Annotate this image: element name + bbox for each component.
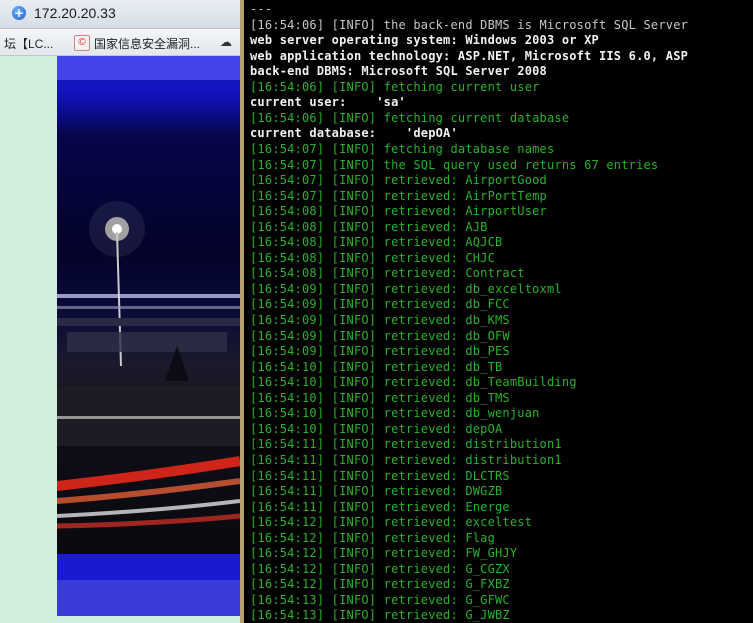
terminal-line: [16:54:10] [INFO] retrieved: depOA — [250, 421, 503, 436]
terminal-line: [16:54:08] [INFO] retrieved: Contract — [250, 266, 525, 281]
terminal-line: [16:54:08] [INFO] retrieved: AirportUser — [250, 204, 547, 219]
terminal-line: [16:54:08] [INFO] retrieved: CHJC — [250, 250, 496, 265]
terminal-line: --- — [250, 2, 273, 16]
terminal-line: [16:54:13] [INFO] retrieved: G_JWBZ — [250, 608, 510, 623]
terminal-line: [16:54:07] [INFO] the SQL query used ret… — [250, 157, 659, 172]
terminal-line: [16:54:08] [INFO] retrieved: AJB — [250, 219, 488, 234]
terminal-line: [16:54:12] [INFO] retrieved: G_CGZX — [250, 561, 510, 576]
terminal-line: [16:54:10] [INFO] retrieved: db_TB — [250, 359, 503, 374]
address-text: 172.20.20.33 — [34, 5, 116, 21]
terminal-line: [16:54:06] [INFO] the back-end DBMS is M… — [250, 17, 689, 32]
terminal-line: [16:54:09] [INFO] retrieved: db_PES — [250, 344, 510, 359]
terminal-line: [16:54:11] [INFO] retrieved: Energe — [250, 499, 510, 514]
terminal-line: web server operating system: Windows 200… — [250, 33, 599, 48]
browser-tab-icon: + — [12, 6, 26, 20]
browser-window: + 172.20.20.33 坛【LC... © 国家信息安全漏洞... ☁ — [0, 0, 240, 623]
terminal-line: [16:54:10] [INFO] retrieved: db_TMS — [250, 390, 510, 405]
terminal-line: [16:54:09] [INFO] retrieved: db_FCC — [250, 297, 510, 312]
terminal-line: [16:54:09] [INFO] retrieved: db_KMS — [250, 313, 510, 327]
browser-tab[interactable]: + 172.20.20.33 — [0, 0, 240, 29]
terminal-line: [16:54:09] [INFO] retrieved: db_OFW — [250, 328, 510, 343]
terminal-line: [16:54:12] [INFO] retrieved: Flag — [250, 530, 496, 545]
terminal-line: current database: 'depOA' — [250, 126, 458, 141]
terminal-line: [16:54:10] [INFO] retrieved: db_wenjuan — [250, 406, 540, 421]
bookmark-item[interactable]: 国家信息安全漏洞... — [94, 35, 200, 52]
terminal-line: [16:54:12] [INFO] retrieved: exceltest — [250, 515, 533, 530]
terminal-line: [16:54:11] [INFO] retrieved: distributio… — [250, 452, 562, 467]
terminal-line: [16:54:12] [INFO] retrieved: G_FXBZ — [250, 577, 510, 592]
page-background — [0, 56, 57, 623]
terminal-line: back-end DBMS: Microsoft SQL Server 2008 — [250, 64, 547, 79]
airport-night-image — [57, 56, 240, 616]
terminal-line: web application technology: ASP.NET, Mic… — [250, 48, 689, 63]
terminal-line: [16:54:13] [INFO] retrieved: G_GFWC — [250, 592, 510, 607]
terminal-line: current user: 'sa' — [250, 95, 406, 110]
terminal-line: [16:54:11] [INFO] retrieved: distributio… — [250, 437, 562, 452]
terminal-line: [16:54:07] [INFO] retrieved: AirportGood — [250, 173, 547, 188]
bookmark-item[interactable]: 坛【LC... — [4, 35, 53, 52]
night-scene-graphic — [57, 201, 240, 529]
favicon-icon: © — [74, 35, 90, 51]
terminal-line: [16:54:08] [INFO] retrieved: AQJCB — [250, 235, 503, 250]
terminal-line: [16:54:06] [INFO] fetching current user — [250, 79, 540, 94]
bookmark-cloud-icon[interactable]: ☁ — [220, 35, 236, 49]
terminal-line: [16:54:07] [INFO] retrieved: AirPortTemp — [250, 188, 547, 203]
terminal-line: [16:54:11] [INFO] retrieved: DWGZB — [250, 484, 503, 499]
terminal-line: [16:54:06] [INFO] fetching current datab… — [250, 110, 570, 125]
terminal-line: [16:54:11] [INFO] retrieved: DLCTRS — [250, 468, 510, 483]
terminal-line: [16:54:09] [INFO] retrieved: db_exceltox… — [250, 281, 562, 296]
terminal-line: [16:54:07] [INFO] fetching database name… — [250, 141, 555, 156]
bookmarks-bar: 坛【LC... © 国家信息安全漏洞... ☁ — [0, 29, 240, 56]
terminal-line: [16:54:10] [INFO] retrieved: db_TeamBuil… — [250, 375, 577, 390]
terminal-output[interactable]: --- [16:54:06] [INFO] the back-end DBMS i… — [244, 0, 753, 623]
terminal-line: [16:54:12] [INFO] retrieved: FW_GHJY — [250, 546, 518, 561]
